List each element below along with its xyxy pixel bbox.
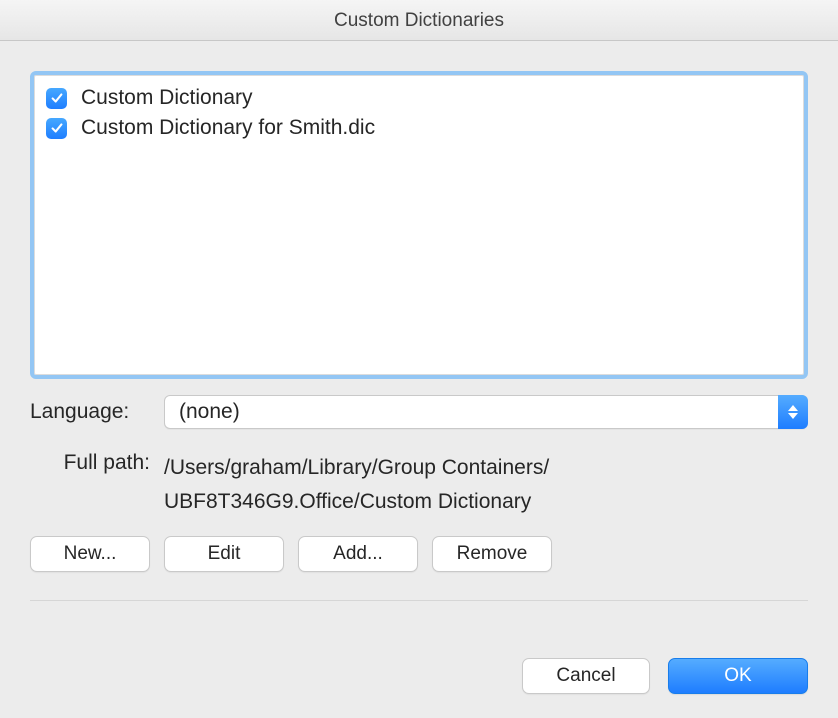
- list-item[interactable]: Custom Dictionary: [42, 83, 796, 113]
- list-item-label: Custom Dictionary for Smith.dic: [81, 116, 375, 140]
- fullpath-label: Full path:: [30, 451, 150, 518]
- dictionary-list[interactable]: Custom Dictionary Custom Dictionary for …: [30, 71, 808, 379]
- fullpath-line2: UBF8T346G9.Office/Custom Dictionary: [164, 485, 549, 519]
- language-select[interactable]: (none): [164, 395, 808, 429]
- ok-button[interactable]: OK: [668, 658, 808, 694]
- list-item-label: Custom Dictionary: [81, 86, 253, 110]
- edit-button[interactable]: Edit: [164, 536, 284, 572]
- fullpath-line1: /Users/graham/Library/Group Containers/: [164, 451, 549, 485]
- checkbox-icon[interactable]: [46, 88, 67, 109]
- chevron-up-down-icon: [778, 395, 808, 429]
- cancel-button[interactable]: Cancel: [522, 658, 650, 694]
- new-button[interactable]: New...: [30, 536, 150, 572]
- window-title: Custom Dictionaries: [0, 0, 838, 41]
- checkbox-icon[interactable]: [46, 118, 67, 139]
- add-button[interactable]: Add...: [298, 536, 418, 572]
- list-item[interactable]: Custom Dictionary for Smith.dic: [42, 113, 796, 143]
- language-label: Language:: [30, 400, 150, 424]
- fullpath-value: /Users/graham/Library/Group Containers/ …: [164, 451, 549, 518]
- language-value: (none): [179, 400, 240, 424]
- remove-button[interactable]: Remove: [432, 536, 552, 572]
- divider: [30, 600, 808, 601]
